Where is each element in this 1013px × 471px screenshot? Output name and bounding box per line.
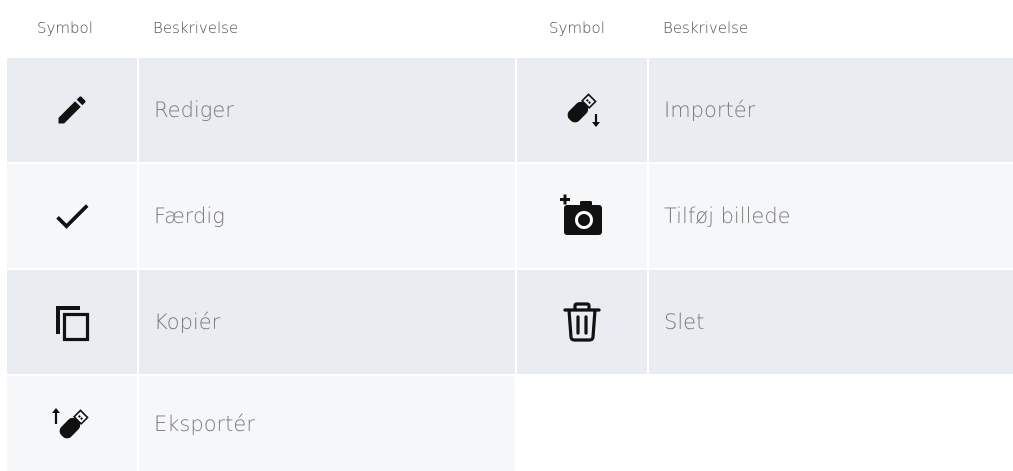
description-label: Rediger xyxy=(154,98,234,122)
description-cell: Kopiér xyxy=(139,270,515,374)
symbol-cell xyxy=(7,164,137,268)
description-label: Slet xyxy=(664,310,705,334)
table-row: Færdig Tilføj billede xyxy=(0,164,1013,268)
symbol-table: Symbol Beskrivelse Symbol Beskrivelse Re… xyxy=(0,0,1013,471)
pencil-icon xyxy=(54,92,90,128)
copy-icon xyxy=(52,302,92,342)
description-label: Færdig xyxy=(154,204,225,228)
symbol-cell xyxy=(517,58,647,162)
empty-cell xyxy=(649,376,1013,471)
description-label: Eksportér xyxy=(154,411,255,436)
trash-icon xyxy=(562,301,602,343)
description-cell: Eksportér xyxy=(139,376,515,471)
add-photo-icon xyxy=(558,193,606,239)
table-row: Eksportér xyxy=(0,376,1013,471)
description-label: Kopiér xyxy=(154,310,221,334)
symbol-cell xyxy=(7,376,137,471)
description-cell: Færdig xyxy=(139,164,515,268)
symbol-cell xyxy=(517,270,647,374)
table-header: Symbol Beskrivelse Symbol Beskrivelse xyxy=(0,0,1013,57)
description-cell: Importér xyxy=(649,58,1013,162)
usb-import-icon xyxy=(560,88,604,132)
usb-export-icon xyxy=(48,402,96,446)
description-cell: Tilføj billede xyxy=(649,164,1013,268)
checkmark-icon xyxy=(50,194,94,238)
description-label: Tilføj billede xyxy=(664,204,791,228)
table-row: Rediger Importér xyxy=(0,58,1013,162)
header-description: Beskrivelse xyxy=(153,19,239,37)
description-cell: Rediger xyxy=(139,58,515,162)
symbol-cell xyxy=(7,270,137,374)
header-description-2: Beskrivelse xyxy=(663,19,749,37)
symbol-cell xyxy=(517,164,647,268)
header-symbol-2: Symbol xyxy=(549,19,605,37)
description-cell: Slet xyxy=(649,270,1013,374)
symbol-cell xyxy=(7,58,137,162)
description-label: Importér xyxy=(664,98,756,122)
header-symbol: Symbol xyxy=(37,19,93,37)
empty-cell xyxy=(517,376,647,471)
table-row: Kopiér Slet xyxy=(0,270,1013,374)
